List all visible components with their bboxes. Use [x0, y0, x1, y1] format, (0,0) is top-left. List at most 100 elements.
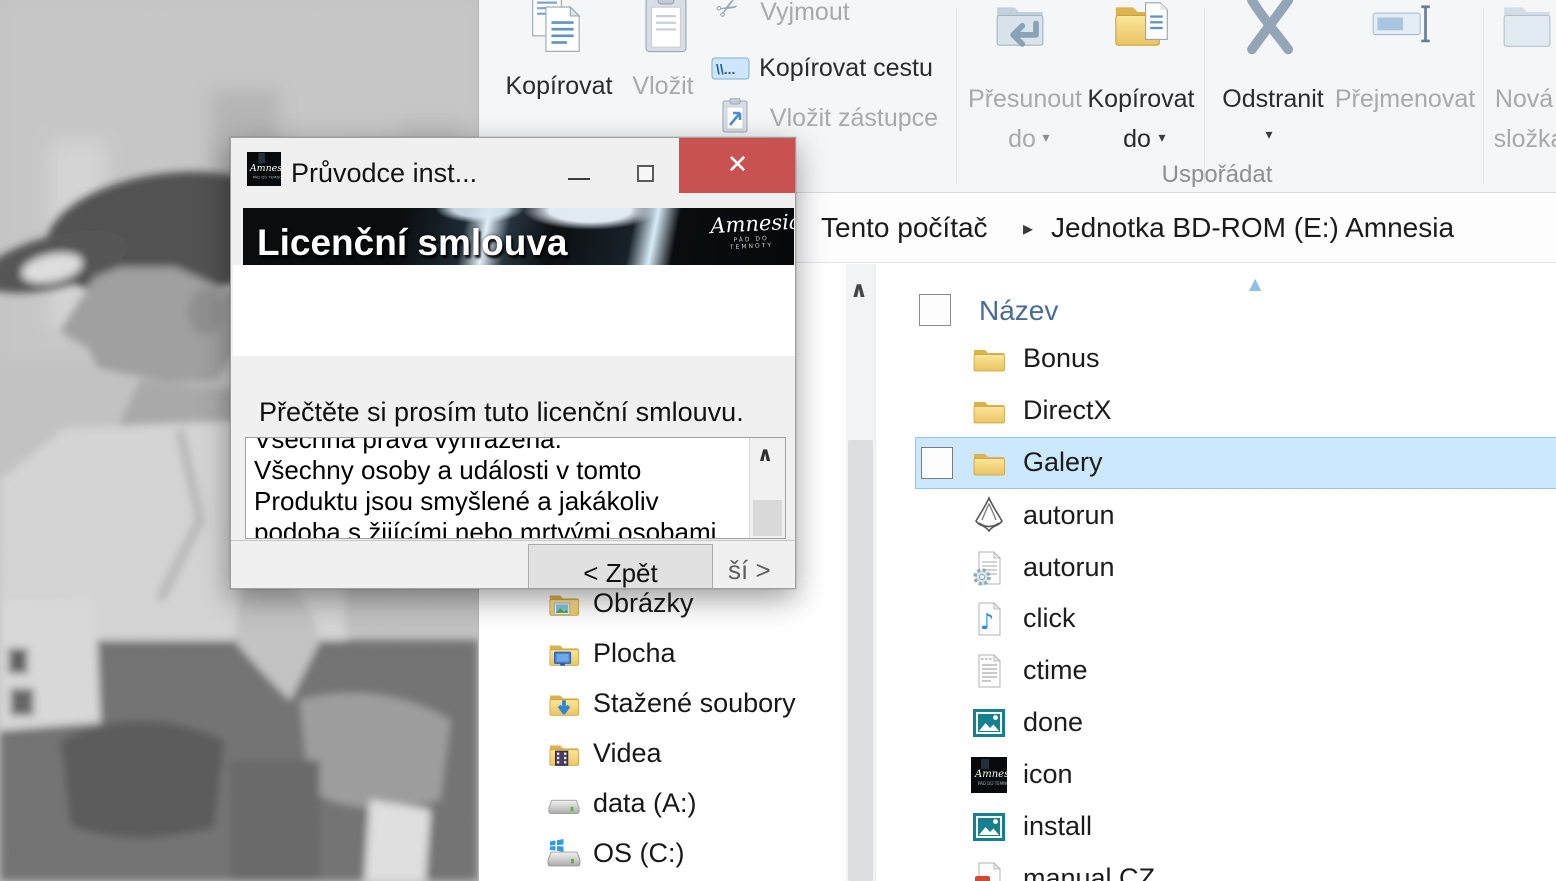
- copy-to-caret-icon: ▾: [1158, 130, 1166, 146]
- pane-separator: [875, 264, 876, 881]
- file-name: click: [1023, 603, 1076, 633]
- svg-text:PÁD DO TEMNOTY: PÁD DO TEMNOTY: [253, 174, 281, 179]
- svg-text:♪: ♪: [980, 610, 994, 635]
- paste-icon: [645, 0, 687, 53]
- image-file-icon: [971, 705, 1007, 741]
- file-row[interactable]: autorun: [915, 542, 1556, 594]
- cut-label: Vyjmout: [760, 0, 850, 26]
- tree-item-label: OS (C:): [593, 838, 685, 868]
- pictures-folder-icon: [547, 587, 581, 621]
- file-name: icon: [1023, 759, 1073, 789]
- file-row[interactable]: Amnesia PÁD DO TEMNOTY icon: [915, 749, 1556, 801]
- tree-item-videos[interactable]: Videa: [519, 735, 839, 779]
- file-name: DirectX: [1023, 395, 1112, 425]
- copy-to-button[interactable]: Kopírovat do ▾: [1087, 0, 1195, 160]
- new-folder-button[interactable]: Nová složka: [1493, 0, 1556, 160]
- text-file-icon: [971, 653, 1007, 689]
- move-to-label2: do: [1008, 125, 1036, 153]
- breadcrumb-drive[interactable]: Jednotka BD-ROM (E:) Amnesia: [1051, 212, 1454, 244]
- file-row[interactable]: Bonus: [915, 333, 1556, 385]
- paste-shortcut-icon: [722, 98, 748, 133]
- file-name: autorun: [1023, 552, 1115, 582]
- paste-shortcut-label: Vložit zástupce: [769, 104, 939, 132]
- copy-path-icon: \\...: [711, 57, 750, 80]
- license-textbox[interactable]: Všechna práva vyhrazena. Všechny osoby a…: [245, 437, 786, 539]
- scissors-icon: ✂: [710, 0, 745, 28]
- next-button-clipped[interactable]: ší >: [728, 555, 771, 586]
- banner-heading: Licenční smlouva: [257, 222, 568, 263]
- file-row[interactable]: ctime: [915, 645, 1556, 697]
- move-to-caret-icon: ▾: [1042, 130, 1050, 146]
- ribbon-divider: [1204, 8, 1205, 184]
- tree-item-drive-a[interactable]: data (A:): [519, 785, 839, 829]
- amnesia-logo-text: Amnesia: [709, 209, 796, 239]
- minimize-button[interactable]: [568, 178, 590, 180]
- file-row[interactable]: W manual CZ: [915, 853, 1556, 881]
- scroll-up-icon[interactable]: ∧: [757, 442, 773, 466]
- file-row[interactable]: ♪ click: [915, 593, 1556, 645]
- new-folder-label: Nová: [1494, 85, 1554, 113]
- file-row-selected[interactable]: Galery: [915, 437, 1556, 489]
- navigation-scrollbar[interactable]: ∧: [846, 264, 875, 881]
- close-button[interactable]: ✕: [679, 138, 795, 193]
- license-text: Všechna práva vyhrazena. Všechny osoby a…: [254, 437, 717, 539]
- videos-folder-icon: [547, 737, 581, 766]
- column-header-name[interactable]: Název: [979, 295, 1058, 327]
- folder-icon: [971, 341, 1007, 377]
- button-area-separator: [231, 540, 795, 541]
- select-all-checkbox[interactable]: [919, 294, 951, 326]
- scrollbar-thumb[interactable]: [848, 440, 873, 881]
- copy-path-button[interactable]: \\... Kopírovat cestu: [709, 52, 949, 86]
- copy-to-label2: do: [1123, 125, 1151, 153]
- ribbon-divider: [956, 8, 957, 184]
- delete-button[interactable]: Odstranit ▾: [1221, 0, 1324, 160]
- file-name: done: [1023, 707, 1084, 737]
- rename-label: Přejmenovat: [1334, 85, 1476, 113]
- license-scrollbar[interactable]: ∧: [749, 438, 785, 538]
- scroll-up-icon[interactable]: ∧: [850, 278, 868, 303]
- tree-item-drive-c[interactable]: OS (C:): [519, 835, 839, 879]
- scrollbar-thumb[interactable]: [753, 500, 782, 536]
- row-checkbox[interactable]: [921, 447, 953, 479]
- downloads-folder-icon: [547, 687, 581, 721]
- file-name: ctime: [1023, 655, 1088, 685]
- assassins-creed-icon: [975, 496, 1003, 533]
- audio-file-icon: ♪: [971, 601, 1007, 637]
- setup-information-icon: [973, 550, 1007, 586]
- tree-item-pictures[interactable]: Obrázky: [519, 585, 839, 629]
- file-row[interactable]: autorun: [915, 490, 1556, 542]
- organize-group-label: Uspořádat: [1161, 161, 1273, 188]
- breadcrumb-computer[interactable]: Tento počítač: [821, 212, 988, 244]
- breadcrumb-separator-icon[interactable]: ▸: [1023, 216, 1033, 240]
- move-to-button[interactable]: Přesunout do ▾: [968, 0, 1082, 160]
- amnesia-app-icon: Amnesia PÁD DO TEMNOTY: [247, 152, 281, 186]
- paste-button[interactable]: Vložit: [629, 0, 709, 104]
- copy-button[interactable]: Kopírovat: [499, 0, 619, 104]
- back-button[interactable]: < Zpět: [528, 544, 713, 588]
- folder-icon: [971, 393, 1007, 429]
- svg-text:Amnesia: Amnesia: [974, 769, 1007, 780]
- copy-to-label: Kopírovat: [1087, 85, 1195, 113]
- image-file-icon: [971, 809, 1007, 845]
- file-row[interactable]: done: [915, 697, 1556, 749]
- copy-path-label: Kopírovat cestu: [759, 54, 933, 82]
- file-row[interactable]: DirectX: [915, 385, 1556, 437]
- tree-item-downloads[interactable]: Stažené soubory: [519, 685, 839, 729]
- sort-ascending-icon[interactable]: ▲: [1249, 274, 1261, 293]
- svg-text:Amnesia: Amnesia: [249, 163, 281, 174]
- paste-shortcut-button[interactable]: Vložit zástupce: [717, 98, 957, 134]
- move-to-icon: [996, 7, 1044, 47]
- file-name: Bonus: [1023, 343, 1100, 373]
- file-row[interactable]: install: [915, 801, 1556, 853]
- tree-item-label: Stažené soubory: [593, 688, 796, 718]
- folder-icon: [971, 445, 1007, 481]
- maximize-button[interactable]: [637, 165, 654, 182]
- file-name: autorun: [1023, 500, 1115, 530]
- cut-button[interactable]: ✂ Vyjmout: [711, 0, 865, 34]
- rename-button[interactable]: Přejmenovat: [1329, 0, 1479, 124]
- document-red-icon: W: [975, 861, 1007, 881]
- tree-item-desktop[interactable]: Plocha: [519, 635, 839, 679]
- tree-item-label: data (A:): [593, 788, 697, 818]
- copy-label: Kopírovat: [505, 72, 613, 100]
- file-name: manual CZ: [1023, 863, 1156, 881]
